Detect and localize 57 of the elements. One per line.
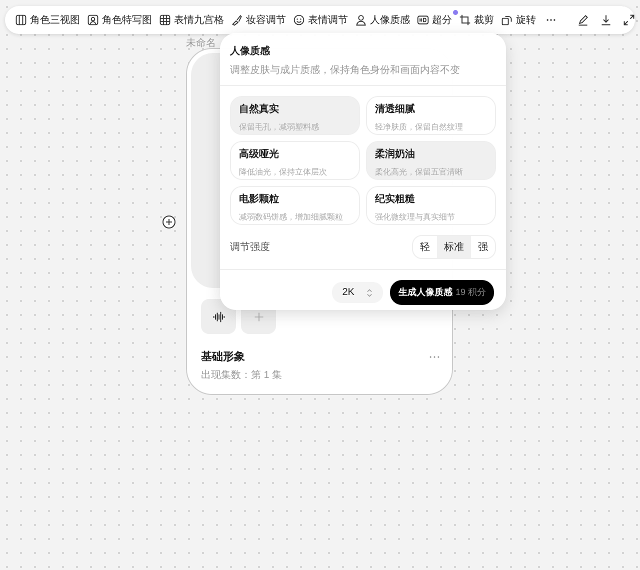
option-description: 减弱数码饼感，增加细腻颗粒	[239, 212, 343, 223]
option-description: 降低油光，保持立体层次	[239, 166, 327, 178]
option-name: 纪实粗糙	[375, 192, 415, 206]
pen-icon	[577, 14, 589, 26]
toolbar-button[interactable]: 超分	[415, 11, 454, 29]
toolbar-button[interactable]: 角色特写图	[85, 11, 154, 29]
intensity-option[interactable]: 强	[471, 236, 495, 258]
option-description: 轻净肤质，保留自然纹理	[375, 122, 463, 133]
style-option[interactable]: 高级哑光 降低油光，保持立体层次	[230, 141, 360, 180]
crop-icon	[459, 14, 471, 26]
toolbar-button[interactable]: 人像质感	[353, 11, 412, 29]
intensity-label: 调节强度	[230, 240, 270, 254]
option-description: 保留毛孔，减弱塑料感	[239, 122, 319, 133]
style-option[interactable]: 电影颗粒 减弱数码饼感，增加细腻颗粒	[230, 186, 360, 225]
hd-icon	[417, 14, 429, 26]
intensity-option[interactable]: 轻	[413, 236, 437, 258]
more-icon[interactable]	[429, 354, 440, 358]
intensity-option[interactable]: 标准	[437, 236, 471, 258]
style-option[interactable]: 自然真实 保留毛孔，减弱塑料感	[230, 96, 360, 135]
expand-icon	[623, 14, 635, 26]
waveform-icon	[212, 310, 226, 322]
person-icon	[355, 14, 367, 26]
toolbar-button[interactable]: 表情九宫格	[157, 11, 226, 29]
portrait-icon	[87, 14, 99, 26]
toolbar-button[interactable]: 旋转	[499, 11, 538, 29]
option-name: 柔润奶油	[375, 147, 415, 161]
option-name: 自然真实	[239, 102, 279, 116]
resolution-select[interactable]: 2K	[332, 282, 384, 303]
chevron-updown-icon	[366, 288, 374, 298]
option-description: 强化微纹理与真实细节	[375, 212, 455, 223]
card-subtitle: 出现集数：第 1 集	[201, 368, 284, 382]
grid-icon	[159, 14, 171, 26]
option-name: 电影颗粒	[239, 192, 279, 206]
style-option[interactable]: 柔润奶油 柔化高光，保留五官清晰	[366, 141, 496, 180]
toolbar-button[interactable]: 裁剪	[457, 11, 496, 29]
style-option[interactable]: 清透细腻 轻净肤质，保留自然纹理	[366, 96, 496, 135]
download-icon	[600, 14, 612, 26]
plus-icon	[162, 215, 176, 229]
toolbar-button[interactable]: 妆容调节	[229, 11, 288, 29]
panel-title: 人像质感	[230, 44, 271, 58]
panel-description: 调整皮肤与成片质感，保持角色身份和画面内容不变	[230, 64, 461, 77]
option-description: 柔化高光，保留五官清晰	[375, 166, 463, 178]
toolbar-button[interactable]: 角色三视图	[13, 11, 82, 29]
toolbar-button[interactable]: 表情调节	[291, 11, 350, 29]
brush-icon	[231, 14, 243, 26]
card-label: 未命名	[186, 36, 216, 50]
style-option[interactable]: 纪实粗糙 强化微纹理与真实细节	[366, 186, 496, 225]
option-name: 清透细腻	[375, 102, 415, 116]
plus-icon	[252, 310, 266, 322]
copy-icon	[501, 14, 513, 26]
card-title: 基础形象	[201, 350, 245, 364]
audio-button[interactable]	[201, 299, 236, 334]
add-button[interactable]	[162, 215, 176, 229]
columns-icon	[15, 14, 27, 26]
generate-button[interactable]: 生成人像质感 19 积分	[390, 280, 494, 305]
option-name: 高级哑光	[239, 147, 279, 161]
smiley-icon	[293, 14, 305, 26]
